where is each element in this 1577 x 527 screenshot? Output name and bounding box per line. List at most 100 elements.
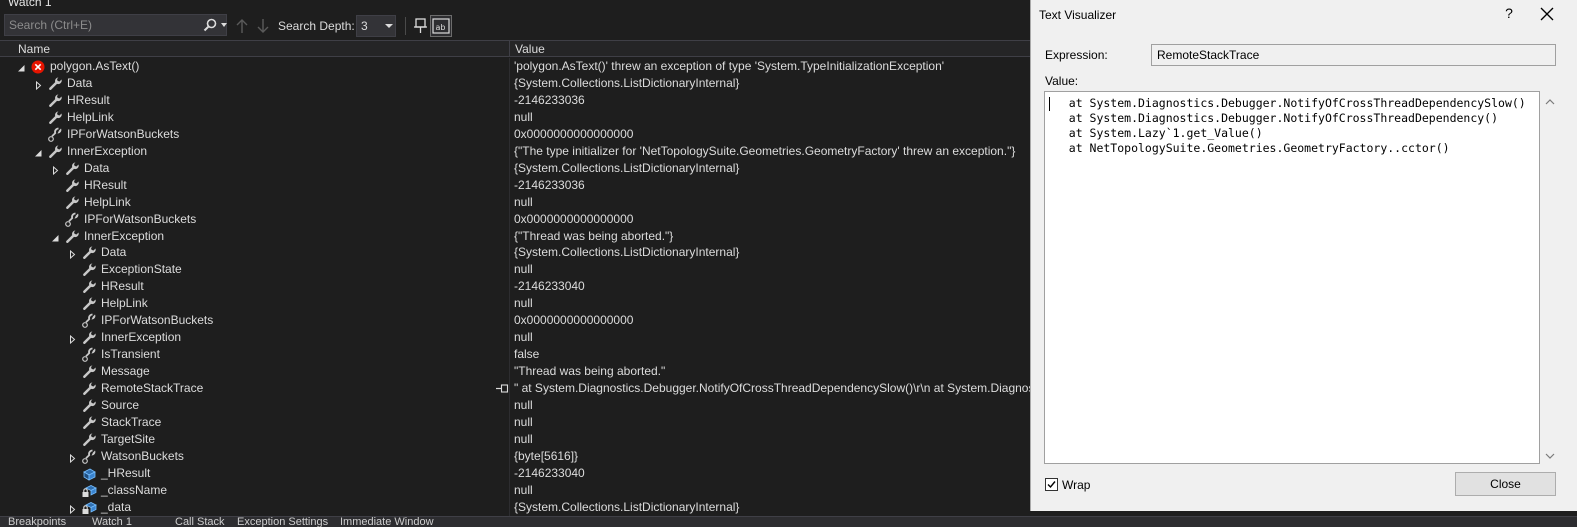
row-value[interactable]: 0x0000000000000000	[514, 211, 1034, 228]
wrench-icon	[81, 415, 97, 431]
expanded-arrow-icon[interactable]	[34, 147, 43, 157]
watch-row[interactable]: Message "Thread was being aborted."	[0, 363, 1040, 380]
watch-grid: polygon.AsText() 'polygon.AsText()' threw…	[0, 58, 1040, 516]
watch-row[interactable]: Source null	[0, 397, 1040, 414]
search-next-icon[interactable]	[256, 18, 270, 34]
watch-row[interactable]: Data {System.Collections.ListDictionaryIn…	[0, 244, 1040, 261]
search-icon[interactable]	[202, 17, 218, 33]
search-previous-icon[interactable]	[235, 18, 249, 34]
checkmark-icon	[1047, 481, 1056, 489]
watch-row[interactable]: InnerException {"The type initializer for…	[0, 143, 1040, 160]
column-divider[interactable]	[509, 41, 510, 57]
watch-row[interactable]: HResult -2146233036	[0, 177, 1040, 194]
pin-button[interactable]	[410, 15, 432, 37]
bottom-tab[interactable]: Watch 1	[92, 517, 132, 527]
row-value[interactable]: "Thread was being aborted."	[514, 363, 1034, 380]
watch-row[interactable]: ExceptionState null	[0, 261, 1040, 278]
search-depth-select[interactable]: 3	[356, 15, 396, 37]
watch-row[interactable]: TargetSite null	[0, 431, 1040, 448]
watch-row[interactable]: polygon.AsText() 'polygon.AsText()' threw…	[0, 58, 1040, 75]
watch-row[interactable]: HResult -2146233040	[0, 278, 1040, 295]
visualizer-icon[interactable]	[495, 382, 509, 395]
watch-row[interactable]: _data {System.Collections.ListDictionaryI…	[0, 499, 1040, 516]
row-value[interactable]: {"The type initializer for 'NetTopologyS…	[514, 143, 1034, 160]
row-value[interactable]: {System.Collections.ListDictionaryIntern…	[514, 244, 1034, 261]
search-box[interactable]	[4, 14, 227, 36]
row-value[interactable]: -2146233040	[514, 465, 1034, 482]
close-icon[interactable]	[1537, 4, 1557, 24]
bottom-tab[interactable]: Breakpoints	[8, 517, 66, 527]
watch-row[interactable]: RemoteStackTrace " at System.Diagnostics.…	[0, 380, 1040, 397]
row-value[interactable]: 'polygon.AsText()' threw an exception of…	[514, 58, 1034, 75]
row-value[interactable]: 0x0000000000000000	[514, 126, 1034, 143]
bottom-tab[interactable]: Immediate Window	[340, 517, 434, 527]
row-value[interactable]: null	[514, 295, 1034, 312]
row-value[interactable]: -2146233036	[514, 92, 1034, 109]
wrap-checkbox[interactable]	[1045, 478, 1058, 491]
row-value[interactable]: -2146233036	[514, 177, 1034, 194]
value-column-header[interactable]: Value	[515, 42, 545, 56]
row-value[interactable]: " at System.Diagnostics.Debugger.NotifyO…	[514, 380, 1034, 397]
watch-row[interactable]: IPForWatsonBuckets 0x0000000000000000	[0, 211, 1040, 228]
row-value[interactable]: null	[514, 414, 1034, 431]
collapsed-arrow-icon[interactable]	[68, 503, 77, 514]
scroll-up-icon[interactable]	[1544, 97, 1556, 107]
wrap-label[interactable]: Wrap	[1062, 478, 1090, 492]
row-value[interactable]: {"Thread was being aborted."}	[514, 228, 1034, 245]
row-value[interactable]: {System.Collections.ListDictionaryIntern…	[514, 499, 1034, 516]
collapsed-arrow-icon[interactable]	[51, 164, 60, 175]
bottom-tab[interactable]: Call Stack	[175, 517, 225, 527]
row-value[interactable]: 0x0000000000000000	[514, 312, 1034, 329]
watch-row[interactable]: _HResult -2146233040	[0, 465, 1040, 482]
toolbar-separator	[405, 17, 406, 35]
watch-row[interactable]: HelpLink null	[0, 194, 1040, 211]
row-name: IPForWatsonBuckets	[84, 211, 197, 226]
watch-row[interactable]: InnerException {"Thread was being aborted…	[0, 228, 1040, 245]
row-value[interactable]: {byte[5616]}	[514, 448, 1034, 465]
text-visualizer-toggle-button[interactable]: ab	[430, 15, 452, 37]
row-value[interactable]: {System.Collections.ListDictionaryIntern…	[514, 160, 1034, 177]
row-value[interactable]: null	[514, 261, 1034, 278]
watch-row[interactable]: IsTransient false	[0, 346, 1040, 363]
collapsed-arrow-icon[interactable]	[68, 452, 77, 463]
watch-row[interactable]: StackTrace null	[0, 414, 1040, 431]
watch-row[interactable]: IPForWatsonBuckets 0x0000000000000000	[0, 312, 1040, 329]
watch-row[interactable]: InnerException null	[0, 329, 1040, 346]
chevron-down-icon	[385, 24, 393, 28]
wrench-link-icon	[81, 449, 97, 465]
row-value[interactable]: null	[514, 482, 1034, 499]
row-value[interactable]: null	[514, 109, 1034, 126]
row-value[interactable]: null	[514, 397, 1034, 414]
watch-row[interactable]: IPForWatsonBuckets 0x0000000000000000	[0, 126, 1040, 143]
expanded-arrow-icon[interactable]	[17, 62, 26, 72]
help-button[interactable]: ?	[1501, 5, 1517, 23]
text-visualizer-dialog: Text Visualizer ? Expression: RemoteStac…	[1030, 0, 1577, 511]
dialog-body: Expression: RemoteStackTrace Value: at S…	[1031, 30, 1577, 511]
row-value[interactable]: {System.Collections.ListDictionaryIntern…	[514, 75, 1034, 92]
watch-title: Watch 1	[8, 0, 52, 9]
bottom-tab[interactable]: Exception Settings	[237, 517, 328, 527]
watch-row[interactable]: Data {System.Collections.ListDictionaryIn…	[0, 160, 1040, 177]
expanded-arrow-icon[interactable]	[51, 232, 60, 241]
close-button[interactable]: Close	[1455, 472, 1556, 496]
row-value[interactable]: -2146233040	[514, 278, 1034, 295]
expression-field[interactable]: RemoteStackTrace	[1151, 44, 1556, 66]
watch-row[interactable]: HelpLink null	[0, 109, 1040, 126]
row-value[interactable]: null	[514, 431, 1034, 448]
row-value[interactable]: false	[514, 346, 1034, 363]
watch-row[interactable]: HelpLink null	[0, 295, 1040, 312]
chevron-down-icon[interactable]	[220, 18, 228, 32]
row-value[interactable]: null	[514, 194, 1034, 211]
value-textarea[interactable]: at System.Diagnostics.Debugger.NotifyOfC…	[1044, 91, 1540, 464]
row-value[interactable]: null	[514, 329, 1034, 346]
name-column-header[interactable]: Name	[18, 42, 50, 56]
watch-row[interactable]: HResult -2146233036	[0, 92, 1040, 109]
watch-row[interactable]: _className null	[0, 482, 1040, 499]
watch-row[interactable]: Data {System.Collections.ListDictionaryIn…	[0, 75, 1040, 92]
watch-row[interactable]: WatsonBuckets {byte[5616]}	[0, 448, 1040, 465]
collapsed-arrow-icon[interactable]	[34, 79, 43, 91]
search-input[interactable]	[5, 15, 195, 35]
collapsed-arrow-icon[interactable]	[68, 248, 77, 260]
collapsed-arrow-icon[interactable]	[68, 333, 77, 345]
scroll-down-icon[interactable]	[1544, 451, 1556, 461]
